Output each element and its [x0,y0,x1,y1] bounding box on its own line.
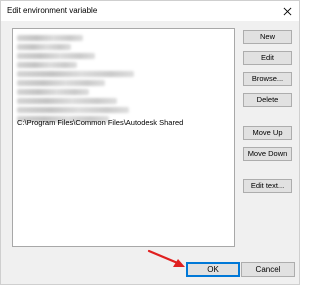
edit-environment-variable-dialog: Edit environment variable C:\Program Fil… [0,0,300,285]
edit-text-button[interactable]: Edit text... [243,179,292,193]
list-item[interactable] [17,33,83,42]
path-entries-list[interactable]: C:\Program Files\Common Files\Autodesk S… [12,28,235,247]
ok-button[interactable]: OK [186,262,240,277]
title-bar: Edit environment variable [1,1,299,21]
list-item[interactable] [17,51,95,60]
list-item[interactable] [17,42,71,51]
list-item[interactable] [17,78,105,87]
list-item[interactable] [17,87,89,96]
dialog-title: Edit environment variable [7,6,98,15]
list-item[interactable] [17,60,77,69]
browse-button[interactable]: Browse... [243,72,292,86]
red-arrow-annotation-icon [147,249,185,267]
list-item[interactable] [17,105,129,114]
edit-button[interactable]: Edit [243,51,292,65]
list-item[interactable] [17,96,117,105]
list-item-label: C:\Program Files\Common Files\Autodesk S… [17,118,184,127]
list-item[interactable]: C:\Program Files\Common Files\Autodesk S… [17,118,183,127]
close-button[interactable] [279,3,295,19]
list-item[interactable] [17,69,134,78]
cancel-button[interactable]: Cancel [241,262,295,277]
close-icon [283,7,291,15]
new-button[interactable]: New [243,30,292,44]
delete-button[interactable]: Delete [243,93,292,107]
move-down-button[interactable]: Move Down [243,147,292,161]
move-up-button[interactable]: Move Up [243,126,292,140]
